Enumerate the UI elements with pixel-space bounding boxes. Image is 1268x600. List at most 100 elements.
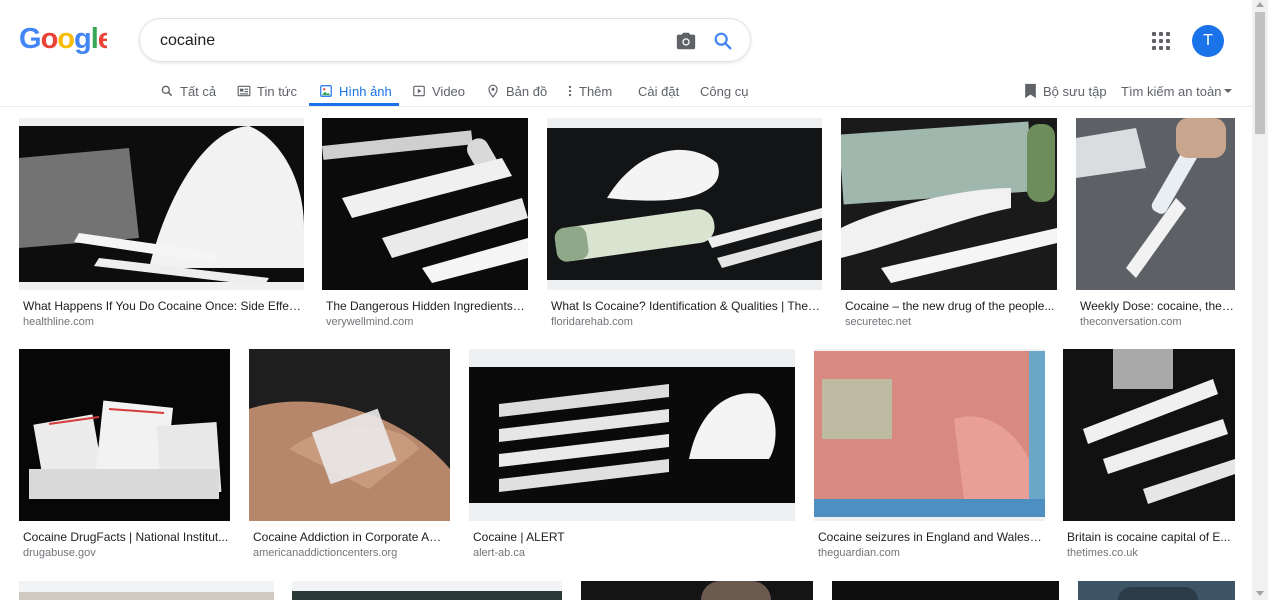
account-avatar[interactable]: T	[1192, 25, 1224, 57]
tab-news[interactable]: Tin tức	[237, 76, 297, 106]
result-thumbnail[interactable]	[249, 349, 450, 521]
scroll-down-arrow-icon[interactable]	[1256, 591, 1264, 596]
result-title[interactable]: What Is Cocaine? Identification & Qualit…	[551, 299, 821, 313]
powder-bags-image	[19, 349, 230, 521]
result-title[interactable]: Cocaine – the new drug of the people...	[845, 299, 1055, 313]
result-source: theconversation.com	[1080, 316, 1182, 328]
cocaine-powder-image	[19, 118, 304, 290]
result-thumbnail[interactable]	[547, 118, 822, 290]
image-result[interactable]	[19, 581, 274, 600]
image-result[interactable]	[1078, 581, 1235, 600]
result-source: drugabuse.gov	[23, 547, 96, 559]
image-icon	[320, 85, 332, 97]
result-thumbnail[interactable]	[322, 118, 528, 290]
tab-maps[interactable]: Bản đồ	[486, 76, 547, 106]
image-result[interactable]: Cocaine – the new drug of the people... …	[841, 118, 1057, 333]
image-result[interactable]: Cocaine Addiction in Corporate Am... ame…	[249, 349, 450, 564]
hand-bag-image	[249, 349, 450, 521]
result-thumbnail[interactable]	[1078, 581, 1235, 600]
cocaine-card-image	[841, 118, 1057, 290]
result-title[interactable]: Britain is cocaine capital of E...	[1067, 530, 1233, 544]
header-divider	[0, 106, 1252, 107]
result-source: securetec.net	[845, 316, 912, 328]
result-title[interactable]: The Dangerous Hidden Ingredients i...	[326, 299, 526, 313]
result-thumbnail[interactable]	[1063, 349, 1235, 521]
tab-maps-label: Bản đồ	[506, 83, 548, 99]
result-thumbnail[interactable]	[292, 581, 562, 600]
result-thumbnail[interactable]	[581, 581, 813, 600]
result-source: theguardian.com	[818, 547, 900, 559]
cocaine-lines-image	[322, 118, 528, 290]
scrollbar-thumb[interactable]	[1255, 12, 1265, 134]
result-thumbnail[interactable]	[841, 118, 1057, 290]
result-thumbnail[interactable]	[469, 349, 795, 521]
result-thumbnail[interactable]	[19, 349, 230, 521]
tab-more-label: Thêm	[579, 83, 613, 99]
cocaine-banknote-image	[547, 118, 822, 290]
result-thumbnail[interactable]	[1076, 118, 1235, 290]
apps-grid-icon[interactable]	[1152, 32, 1170, 50]
result-source: healthline.com	[23, 316, 94, 328]
image-result[interactable]: The Dangerous Hidden Ingredients i... ve…	[322, 118, 528, 333]
image-result[interactable]: What Is Cocaine? Identification & Qualit…	[547, 118, 822, 333]
result-title[interactable]: Cocaine seizures in England and Wales a.…	[818, 530, 1044, 544]
search-input[interactable]: cocaine	[160, 32, 215, 50]
result-source: thetimes.co.uk	[1067, 547, 1138, 559]
cocaine-lines-pile-image	[469, 349, 795, 521]
bookmark-icon	[1025, 83, 1036, 99]
image-result[interactable]: Cocaine DrugFacts | National Institut...…	[19, 349, 230, 564]
image-result[interactable]	[581, 581, 813, 600]
result-title[interactable]: Weekly Dose: cocaine, the ...	[1080, 299, 1235, 313]
rolled-note-image	[1076, 118, 1235, 290]
tab-video-label: Video	[432, 83, 466, 99]
google-logo[interactable]: Google	[19, 22, 115, 62]
result-thumbnail[interactable]	[832, 581, 1059, 600]
safesearch-label: Tìm kiếm an toàn	[1121, 83, 1222, 99]
result-source: floridarehab.com	[551, 316, 633, 328]
play-icon	[413, 85, 425, 97]
tools-link[interactable]: Công cụ	[700, 76, 748, 106]
tab-all-label: Tất cả	[180, 83, 217, 99]
image-result[interactable]: Britain is cocaine capital of E... theti…	[1063, 349, 1235, 564]
scroll-up-arrow-icon[interactable]	[1256, 2, 1264, 7]
image-result[interactable]	[292, 581, 562, 600]
tab-more[interactable]: Thêm	[566, 76, 612, 106]
newspaper-icon	[237, 85, 251, 97]
result-title[interactable]: What Happens If You Do Cocaine Once: Sid…	[23, 299, 303, 313]
image-result[interactable]	[832, 581, 1059, 600]
image-result[interactable]: Cocaine seizures in England and Wales a.…	[814, 349, 1045, 564]
more-vert-icon	[568, 85, 572, 97]
collections-link[interactable]: Bộ sưu tập	[1024, 76, 1107, 106]
image-result[interactable]: What Happens If You Do Cocaine Once: Sid…	[19, 118, 304, 333]
location-pin-icon	[488, 84, 498, 98]
result-title[interactable]: Cocaine DrugFacts | National Institut...	[23, 530, 229, 544]
result-source: alert-ab.ca	[473, 547, 525, 559]
tab-news-label: Tin tức	[257, 83, 298, 99]
result-title[interactable]: Cocaine Addiction in Corporate Am...	[253, 530, 449, 544]
tab-images[interactable]: Hình ảnh	[319, 76, 392, 106]
result-title[interactable]: Cocaine | ALERT	[473, 530, 793, 544]
seized-brick-image	[814, 349, 1045, 521]
search-box[interactable]: cocaine	[139, 18, 751, 62]
powder-lines-bag-image	[1063, 349, 1235, 521]
settings-link[interactable]: Cài đặt	[638, 76, 679, 106]
result-thumbnail[interactable]	[19, 118, 304, 290]
search-icon[interactable]	[712, 30, 734, 52]
safesearch-dropdown[interactable]: Tìm kiếm an toàn	[1121, 76, 1233, 106]
camera-icon[interactable]	[675, 30, 697, 52]
image-result[interactable]: Weekly Dose: cocaine, the ... theconvers…	[1076, 118, 1235, 333]
result-source: americanaddictioncenters.org	[253, 547, 398, 559]
svg-text:Google: Google	[19, 23, 107, 54]
tab-all[interactable]: Tất cả	[160, 76, 216, 106]
vertical-scrollbar[interactable]	[1252, 0, 1268, 600]
caret-down-icon	[1224, 89, 1233, 93]
image-result[interactable]: Cocaine | ALERT alert-ab.ca	[469, 349, 795, 564]
collections-label: Bộ sưu tập	[1043, 83, 1107, 99]
tab-video[interactable]: Video	[412, 76, 465, 106]
result-thumbnail[interactable]	[814, 349, 1045, 521]
settings-label: Cài đặt	[638, 83, 680, 99]
tools-label: Công cụ	[700, 83, 749, 99]
search-icon	[161, 85, 173, 97]
result-thumbnail[interactable]	[19, 581, 274, 600]
google-logo-mark: Google	[19, 23, 115, 55]
